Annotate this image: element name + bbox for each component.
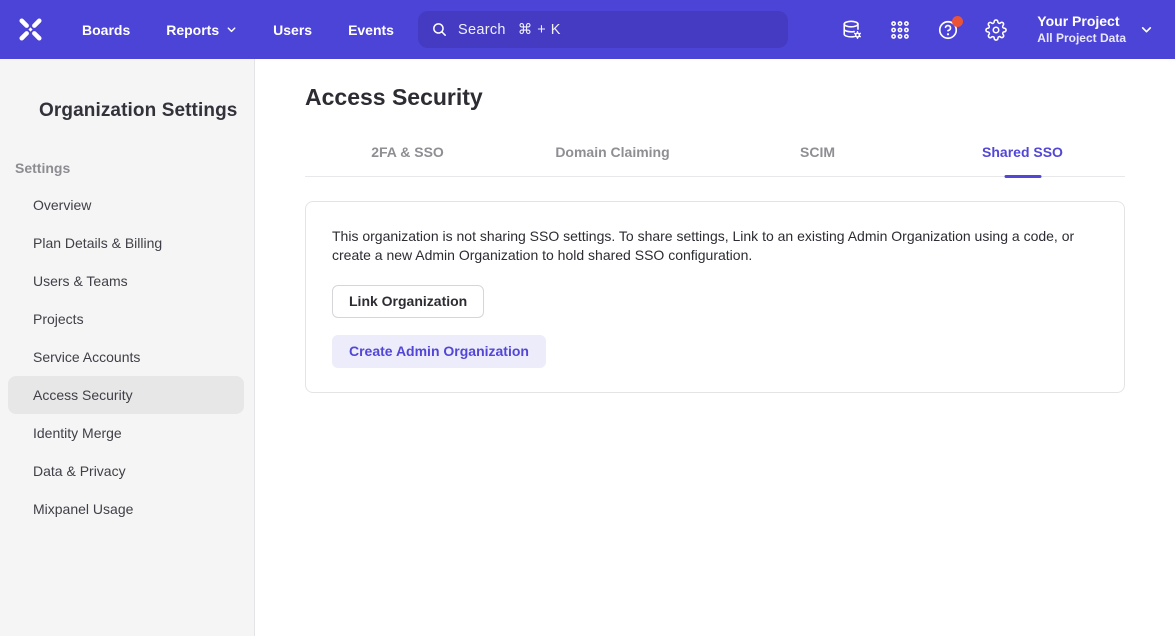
sidebar-item-overview[interactable]: Overview: [8, 186, 244, 224]
sidebar-item-access-security[interactable]: Access Security: [8, 376, 244, 414]
sidebar-item-label: Identity Merge: [33, 425, 122, 441]
top-navigation: Boards Reports Users Events: [82, 22, 394, 38]
chevron-down-icon: [226, 24, 237, 35]
page-title: Access Security: [305, 84, 1125, 111]
sidebar-item-label: Mixpanel Usage: [33, 501, 133, 517]
nav-boards[interactable]: Boards: [82, 22, 130, 38]
sidebar-item-label: Data & Privacy: [33, 463, 126, 479]
settings-button[interactable]: [985, 19, 1007, 41]
sidebar-nav: Overview Plan Details & Billing Users & …: [0, 186, 254, 528]
tab-bar: 2FA & SSO Domain Claiming SCIM Shared SS…: [305, 142, 1125, 177]
tab-shared-sso[interactable]: Shared SSO: [920, 142, 1125, 176]
tab-label: Domain Claiming: [555, 144, 669, 160]
data-management-button[interactable]: [841, 19, 863, 41]
sidebar-item-service-accounts[interactable]: Service Accounts: [8, 338, 244, 376]
tab-label: Shared SSO: [982, 144, 1063, 160]
project-name: Your Project: [1037, 13, 1126, 31]
shared-sso-card: This organization is not sharing SSO set…: [305, 201, 1125, 393]
mixpanel-logo[interactable]: [17, 16, 44, 43]
sidebar-item-users-teams[interactable]: Users & Teams: [8, 262, 244, 300]
sidebar-section-label: Settings: [15, 160, 254, 176]
sidebar-item-plan-details-billing[interactable]: Plan Details & Billing: [8, 224, 244, 262]
create-admin-organization-button[interactable]: Create Admin Organization: [332, 335, 546, 368]
nav-events[interactable]: Events: [348, 22, 394, 38]
sidebar-item-label: Plan Details & Billing: [33, 235, 162, 251]
database-gear-icon: [841, 19, 863, 41]
topbar: Boards Reports Users Events Search ⌘ + K: [0, 0, 1175, 59]
nav-reports-label: Reports: [166, 22, 219, 38]
sidebar-title: Organization Settings: [39, 100, 254, 122]
tab-2fa-sso[interactable]: 2FA & SSO: [305, 142, 510, 176]
link-organization-button[interactable]: Link Organization: [332, 285, 484, 318]
sidebar-item-projects[interactable]: Projects: [8, 300, 244, 338]
sidebar: Organization Settings Settings Overview …: [0, 59, 255, 636]
sidebar-item-data-privacy[interactable]: Data & Privacy: [8, 452, 244, 490]
sidebar-item-identity-merge[interactable]: Identity Merge: [8, 414, 244, 452]
shared-sso-description: This organization is not sharing SSO set…: [332, 227, 1090, 265]
search-shortcut: ⌘ + K: [518, 22, 561, 38]
search-placeholder: Search: [458, 22, 506, 38]
nav-events-label: Events: [348, 22, 394, 38]
sidebar-item-label: Users & Teams: [33, 273, 128, 289]
tab-scim[interactable]: SCIM: [715, 142, 920, 176]
tab-label: 2FA & SSO: [371, 144, 444, 160]
gear-icon: [985, 19, 1007, 41]
apps-grid-icon: [889, 19, 911, 41]
project-scope: All Project Data: [1037, 31, 1126, 46]
project-meta: Your Project All Project Data: [1037, 13, 1126, 46]
sidebar-item-label: Overview: [33, 197, 91, 213]
notification-dot: [952, 16, 963, 27]
nav-users[interactable]: Users: [273, 22, 312, 38]
topbar-actions: Your Project All Project Data: [841, 13, 1175, 46]
project-switcher[interactable]: Your Project All Project Data: [1037, 13, 1153, 46]
sidebar-item-label: Projects: [33, 311, 84, 327]
apps-menu-button[interactable]: [889, 19, 911, 41]
nav-users-label: Users: [273, 22, 312, 38]
search-input[interactable]: Search ⌘ + K: [418, 11, 788, 48]
chevron-down-icon: [1140, 23, 1153, 36]
nav-boards-label: Boards: [82, 22, 130, 38]
search-icon: [431, 21, 448, 38]
sidebar-item-mixpanel-usage[interactable]: Mixpanel Usage: [8, 490, 244, 528]
nav-reports[interactable]: Reports: [166, 22, 237, 38]
tab-domain-claiming[interactable]: Domain Claiming: [510, 142, 715, 176]
main-content: Access Security 2FA & SSO Domain Claimin…: [255, 59, 1175, 636]
card-actions: Link Organization Create Admin Organizat…: [332, 265, 1098, 368]
tab-active-underline: [1004, 175, 1041, 178]
sidebar-item-label: Access Security: [33, 387, 133, 403]
help-button[interactable]: [937, 19, 959, 41]
sidebar-item-label: Service Accounts: [33, 349, 140, 365]
tab-label: SCIM: [800, 144, 835, 160]
